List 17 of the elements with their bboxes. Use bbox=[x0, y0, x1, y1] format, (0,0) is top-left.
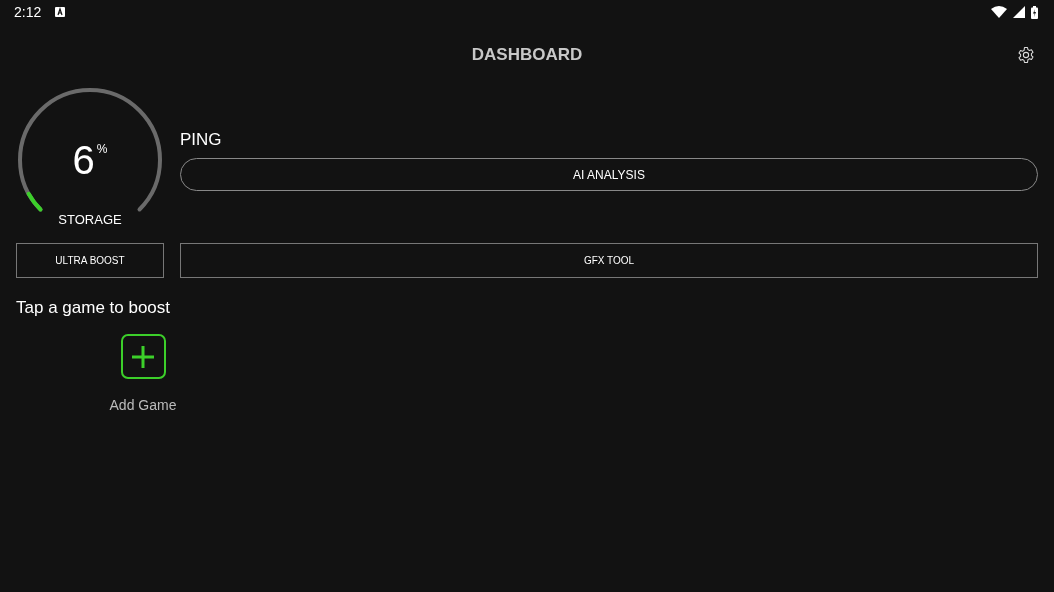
plus-icon bbox=[132, 345, 154, 368]
wifi-icon bbox=[991, 6, 1007, 18]
page-title: DASHBOARD bbox=[471, 45, 583, 65]
section-heading: Tap a game to boost bbox=[15, 297, 172, 318]
notification-icon bbox=[55, 7, 66, 17]
action-button[interactable]: GFX TOOL bbox=[180, 243, 1038, 278]
signal-icon bbox=[1013, 6, 1025, 18]
gauge-unit: % bbox=[96, 142, 108, 156]
gauge-value: 6 bbox=[72, 138, 95, 182]
action-button[interactable]: ULTRA BOOST bbox=[16, 243, 164, 278]
add-game-label: Add Game bbox=[109, 397, 177, 413]
add-game-button[interactable] bbox=[120, 334, 166, 379]
status-time: 2:12 bbox=[14, 4, 42, 20]
settings-icon[interactable] bbox=[1017, 46, 1035, 64]
gauge-label: STORAGE bbox=[57, 212, 123, 227]
ping-label: PING bbox=[180, 130, 223, 150]
battery-icon bbox=[1031, 5, 1038, 19]
